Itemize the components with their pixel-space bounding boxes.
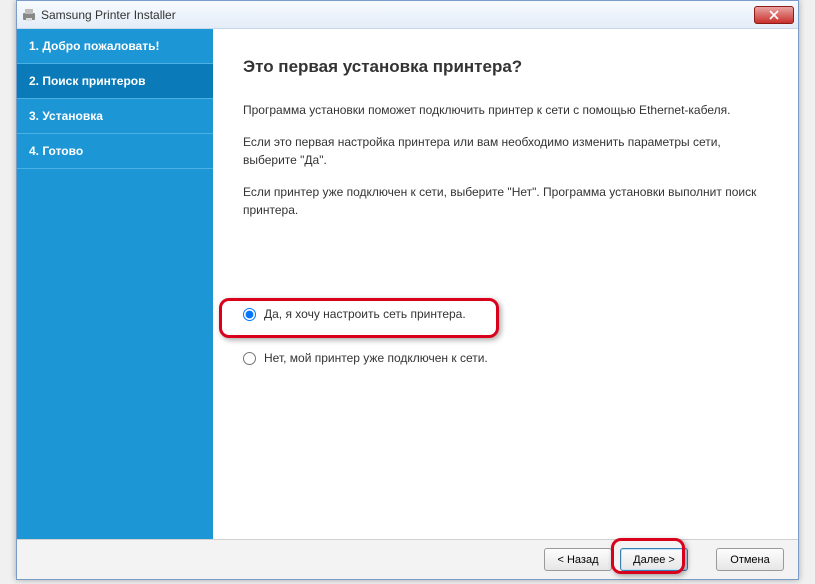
sidebar-step-search: 2. Поиск принтеров: [17, 64, 213, 99]
close-button[interactable]: [754, 6, 794, 24]
titlebar: Samsung Printer Installer: [17, 1, 798, 29]
next-button[interactable]: Далее >: [620, 548, 688, 571]
window-title: Samsung Printer Installer: [41, 8, 754, 22]
sidebar-step-welcome: 1. Добро пожаловать!: [17, 29, 213, 64]
option-yes[interactable]: Да, я хочу настроить сеть принтера.: [243, 301, 768, 327]
app-icon: [21, 7, 37, 23]
option-no[interactable]: Нет, мой принтер уже подключен к сети.: [243, 345, 768, 371]
sidebar-step-done: 4. Готово: [17, 134, 213, 169]
paragraph-3: Если принтер уже подключен к сети, выбер…: [243, 183, 768, 219]
sidebar-step-install: 3. Установка: [17, 99, 213, 134]
paragraph-1: Программа установки поможет подключить п…: [243, 101, 768, 119]
sidebar: 1. Добро пожаловать! 2. Поиск принтеров …: [17, 29, 213, 539]
main-panel: Это первая установка принтера? Программа…: [213, 29, 798, 539]
cancel-button[interactable]: Отмена: [716, 548, 784, 571]
option-yes-label: Да, я хочу настроить сеть принтера.: [264, 307, 466, 321]
paragraph-2: Если это первая настройка принтера или в…: [243, 133, 768, 169]
back-button[interactable]: < Назад: [544, 548, 612, 571]
installer-window: Samsung Printer Installer 1. Добро пожал…: [16, 0, 799, 580]
page-heading: Это первая установка принтера?: [243, 57, 768, 77]
option-no-label: Нет, мой принтер уже подключен к сети.: [264, 351, 488, 365]
footer: < Назад Далее > Отмена: [17, 539, 798, 579]
radio-yes[interactable]: [243, 308, 256, 321]
window-body: 1. Добро пожаловать! 2. Поиск принтеров …: [17, 29, 798, 539]
radio-group: Да, я хочу настроить сеть принтера. Нет,…: [243, 301, 768, 371]
radio-no[interactable]: [243, 352, 256, 365]
close-icon: [769, 10, 779, 20]
